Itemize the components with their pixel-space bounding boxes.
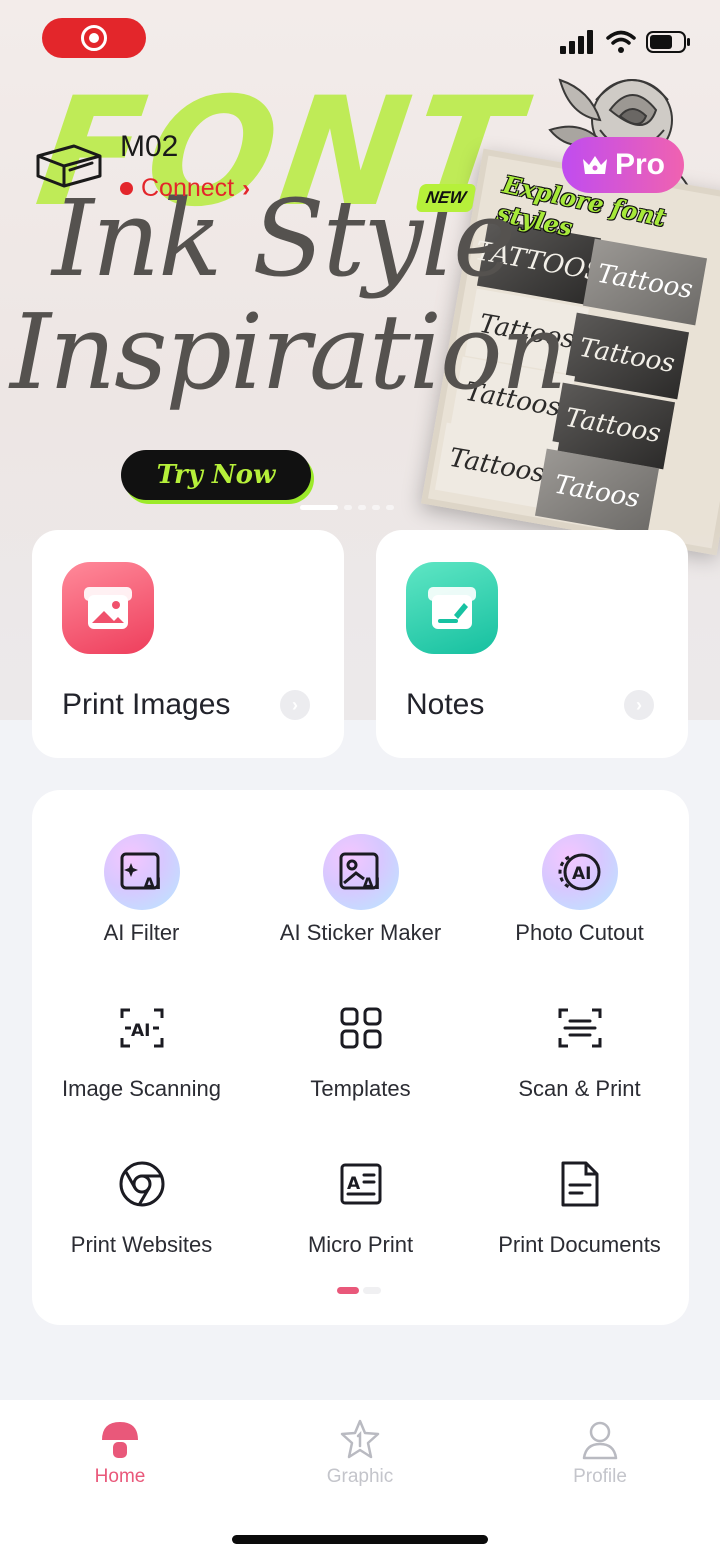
svg-text:AI: AI bbox=[572, 864, 591, 884]
tool-label: Scan & Print bbox=[518, 1076, 641, 1101]
tool-ai-filter[interactable]: AI AI Filter bbox=[32, 834, 251, 946]
ai-sticker-icon: AI bbox=[322, 834, 399, 910]
device-name: M02 bbox=[120, 130, 179, 163]
pagination-dot bbox=[344, 505, 352, 510]
pagination-dot-active bbox=[300, 505, 338, 510]
svg-text:A: A bbox=[347, 1174, 361, 1194]
pagination-dot bbox=[386, 505, 394, 510]
print-images-card[interactable]: Print Images › bbox=[32, 530, 344, 758]
crown-icon bbox=[582, 156, 607, 174]
tab-label: Graphic bbox=[326, 1466, 394, 1487]
wifi-icon bbox=[606, 30, 636, 53]
svg-text:AI: AI bbox=[143, 874, 161, 893]
notes-label: Notes bbox=[406, 688, 485, 721]
svg-text:AI: AI bbox=[131, 1021, 150, 1041]
pagination-dot bbox=[363, 1287, 381, 1294]
signal-icon bbox=[560, 30, 593, 54]
profile-icon bbox=[582, 1421, 618, 1460]
tool-print-documents[interactable]: Print Documents bbox=[470, 1146, 689, 1258]
image-print-icon bbox=[62, 562, 154, 654]
svg-text:AI: AI bbox=[362, 874, 380, 893]
tool-scan-print[interactable]: Scan & Print bbox=[470, 990, 689, 1102]
record-icon bbox=[81, 25, 107, 51]
tool-label: Print Websites bbox=[70, 1232, 213, 1257]
tab-graphic[interactable]: Graphic bbox=[300, 1418, 420, 1488]
tool-templates[interactable]: Templates bbox=[251, 990, 470, 1102]
tool-label: Templates bbox=[310, 1076, 411, 1101]
battery-icon bbox=[646, 31, 690, 53]
printer-icon[interactable] bbox=[34, 142, 104, 190]
tab-label: Profile bbox=[573, 1466, 627, 1487]
tool-print-websites[interactable]: Print Websites bbox=[32, 1146, 251, 1258]
tool-micro-print[interactable]: A Micro Print bbox=[251, 1146, 470, 1258]
try-now-button[interactable]: Try Now bbox=[121, 450, 311, 500]
tool-photo-cutout[interactable]: AI Photo Cutout bbox=[470, 834, 689, 946]
tab-profile[interactable]: Profile bbox=[540, 1418, 660, 1488]
tab-home[interactable]: Home bbox=[60, 1418, 180, 1488]
tool-label: Micro Print bbox=[307, 1232, 414, 1257]
tool-label: AI Filter bbox=[103, 920, 180, 945]
scan-print-icon bbox=[542, 990, 618, 1066]
mushroom-home-icon bbox=[102, 1422, 138, 1458]
print-images-label: Print Images bbox=[62, 688, 231, 721]
pagination-dot bbox=[358, 505, 366, 510]
pagination-dot bbox=[372, 505, 380, 510]
new-badge: NEW bbox=[415, 184, 477, 212]
status-dot-icon bbox=[120, 182, 133, 195]
chevron-right-icon: › bbox=[280, 690, 310, 720]
tool-label: Image Scanning bbox=[62, 1076, 221, 1101]
status-icons bbox=[560, 30, 692, 54]
tool-ai-sticker-maker[interactable]: AI AI Sticker Maker bbox=[251, 834, 470, 946]
pagination-dot-active bbox=[337, 1287, 359, 1294]
chevron-right-icon: › bbox=[624, 690, 654, 720]
tool-label: AI Sticker Maker bbox=[279, 920, 442, 945]
tab-label: Home bbox=[94, 1466, 146, 1487]
notes-card[interactable]: Notes › bbox=[376, 530, 688, 758]
tools-pagination bbox=[337, 1287, 381, 1294]
star-graphic-icon bbox=[340, 1419, 380, 1459]
tool-image-scanning[interactable]: AI Image Scanning bbox=[32, 990, 251, 1102]
micro-print-icon: A bbox=[323, 1146, 399, 1222]
tool-label: Photo Cutout bbox=[515, 920, 644, 945]
photo-cutout-icon: AI bbox=[541, 834, 618, 910]
document-icon bbox=[542, 1146, 618, 1222]
banner-pagination bbox=[300, 505, 394, 510]
connect-label: Connect bbox=[141, 174, 235, 202]
image-scan-icon: AI bbox=[104, 990, 180, 1066]
connect-link[interactable]: Connect › bbox=[120, 174, 250, 203]
notes-icon bbox=[406, 562, 498, 654]
templates-icon bbox=[323, 990, 399, 1066]
ai-filter-icon: AI bbox=[103, 834, 180, 910]
chevron-right-icon: › bbox=[242, 174, 251, 202]
tool-label: Print Documents bbox=[498, 1232, 661, 1257]
tools-grid: AI AI Filter AI AI Sticker Maker AI Phot… bbox=[32, 790, 689, 1325]
pro-button[interactable]: Pro bbox=[562, 137, 684, 193]
screen-recording-indicator[interactable] bbox=[42, 18, 146, 58]
chrome-icon bbox=[104, 1146, 180, 1222]
banner-headline-line2: Inspiration bbox=[10, 291, 568, 413]
pro-label: Pro bbox=[614, 148, 665, 181]
home-indicator[interactable] bbox=[232, 1535, 488, 1544]
